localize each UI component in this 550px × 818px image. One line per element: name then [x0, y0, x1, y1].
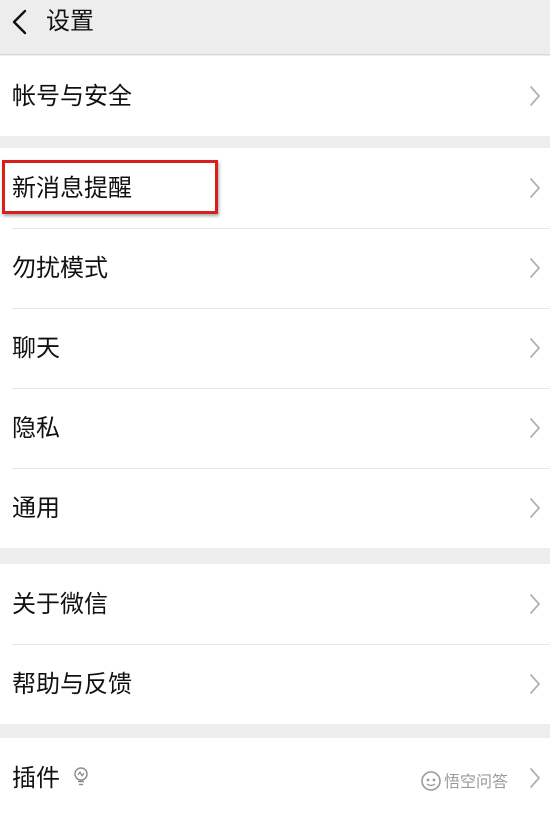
chevron-right-icon: [530, 258, 540, 278]
settings-item-help-feedback[interactable]: 帮助与反馈: [0, 644, 550, 724]
watermark: 悟空问答: [420, 770, 530, 794]
top-bar: 设置: [0, 0, 550, 55]
settings-item-label: 新消息提醒: [12, 174, 132, 202]
chevron-right-icon: [530, 498, 540, 518]
settings-item-label: 隐私: [12, 414, 60, 442]
settings-item-general[interactable]: 通用: [0, 468, 550, 548]
settings-item-label: 插件: [12, 764, 60, 792]
chevron-right-icon: [530, 86, 540, 106]
chevron-right-icon: [530, 178, 540, 198]
settings-group-about: 关于微信 帮助与反馈: [0, 564, 550, 724]
chevron-left-icon: [12, 9, 27, 35]
settings-item-new-message-notification[interactable]: 新消息提醒: [0, 148, 550, 228]
settings-item-label: 通用: [12, 494, 60, 522]
settings-item-label: 聊天: [12, 334, 60, 362]
settings-item-label: 勿扰模式: [12, 254, 108, 282]
chevron-right-icon: [530, 768, 540, 788]
page-title: 设置: [46, 7, 94, 35]
back-button[interactable]: [0, 0, 46, 54]
watermark-text: 悟空问答: [444, 772, 509, 791]
chevron-right-icon: [530, 418, 540, 438]
chevron-right-icon: [530, 674, 540, 694]
settings-item-about-wechat[interactable]: 关于微信: [0, 564, 550, 644]
lightbulb-icon: [74, 767, 88, 786]
settings-group-main: 新消息提醒 勿扰模式 聊天 隐私 通用: [0, 148, 550, 548]
settings-group-account: 帐号与安全: [0, 56, 550, 136]
chevron-right-icon: [530, 338, 540, 358]
settings-item-account-security[interactable]: 帐号与安全: [0, 56, 550, 136]
settings-item-label: 帐号与安全: [12, 82, 132, 110]
wukong-logo-icon: [421, 771, 441, 791]
settings-item-label: 关于微信: [12, 590, 108, 618]
chevron-right-icon: [530, 594, 540, 614]
settings-item-label: 帮助与反馈: [12, 670, 132, 698]
settings-item-chat[interactable]: 聊天: [0, 308, 550, 388]
settings-item-do-not-disturb[interactable]: 勿扰模式: [0, 228, 550, 308]
settings-item-privacy[interactable]: 隐私: [0, 388, 550, 468]
